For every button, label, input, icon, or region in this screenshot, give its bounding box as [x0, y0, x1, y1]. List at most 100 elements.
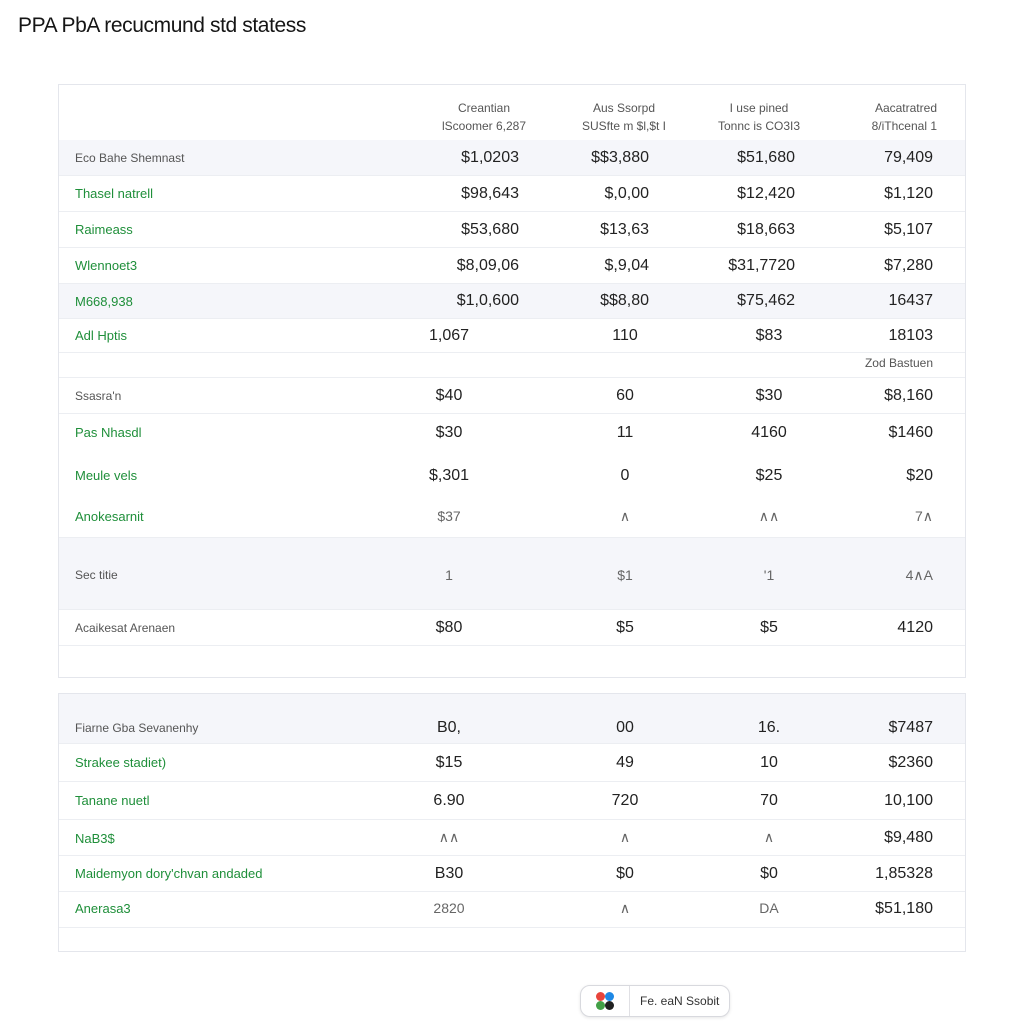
- table-row: Acaikesat Arenaen $80 $5 $5 4120: [59, 610, 965, 646]
- cell-value: ∧: [763, 829, 775, 845]
- table-row: Pas Nhasdl $30 11 4160 $1460: [59, 414, 965, 456]
- cell-value: ∧∧: [438, 829, 460, 845]
- header-col-4-title: Aacatratred: [874, 101, 937, 115]
- cell-value: $13,63: [600, 221, 649, 238]
- cell-value: 1,067: [428, 327, 470, 344]
- cell-value: 79,409: [884, 149, 933, 166]
- cell-value: 60: [616, 387, 634, 404]
- cell-value: 720: [611, 792, 639, 809]
- table-row: Adl Hptis 1,067 110 $83 18103: [59, 319, 965, 353]
- spacer-row: [59, 538, 965, 558]
- row-label: Wlennoet3: [75, 258, 138, 273]
- row-label: Fiarne Gba Sevanenhy: [75, 721, 199, 735]
- header-col-2-sub: SUSfte m $l,$t I: [581, 119, 667, 133]
- cell-value: $51,680: [737, 149, 795, 166]
- table-row: Strakee stadiet) $15 49 10 $2360: [59, 744, 965, 782]
- cell-value: $51,180: [875, 900, 933, 917]
- cell-value: $,301: [428, 467, 470, 484]
- cell-value: $8,09,06: [456, 257, 519, 274]
- detail-table: Fiarne Gba Sevanenhy B0, 00 16. $7487 St…: [58, 693, 966, 952]
- row-label: Thasel natrell: [75, 186, 154, 201]
- cell-value: $75,462: [737, 292, 795, 309]
- row-label: Strakee stadiet): [75, 755, 167, 770]
- cell-value: $2360: [888, 754, 934, 771]
- chip-divider: [629, 986, 630, 1016]
- header-col-4-sub: 8/iThcenal 1: [871, 119, 937, 133]
- cell-value: $30: [435, 424, 463, 441]
- header-col-1-sub: lScoomer 6,287: [441, 119, 527, 133]
- cell-value: 1,85328: [875, 865, 933, 882]
- cell-value: 7∧: [914, 508, 933, 524]
- cell-value: ∧: [619, 508, 631, 524]
- cell-value: 49: [616, 754, 634, 771]
- cell-value: $,0,00: [604, 185, 649, 202]
- row-label: Adl Hptis: [75, 328, 128, 343]
- cell-value: $9,480: [884, 829, 933, 846]
- row-label: Anokesarnit: [75, 509, 144, 524]
- cell-value: ∧: [619, 829, 631, 845]
- page: PPA PbA recucmund std statess Creantian …: [0, 0, 1024, 1024]
- row-label: Ssasra'n: [75, 389, 122, 403]
- cell-value: 6.90: [433, 792, 465, 809]
- header-col-2-title: Aus Ssorpd: [592, 101, 656, 115]
- row-label: NaB3$: [75, 831, 115, 846]
- chip-label: Fe. eaN Ssobit: [640, 994, 720, 1008]
- cell-value: DA: [759, 900, 779, 916]
- cell-value: $1,0,600: [456, 292, 519, 309]
- cell-value: $40: [435, 387, 463, 404]
- cell-value: $18,663: [737, 221, 795, 238]
- summary-table: Creantian lScoomer 6,287 Aus Ssorpd SUSf…: [58, 84, 966, 678]
- cell-value: $$8,80: [600, 292, 649, 309]
- app-logo-icon: [593, 989, 617, 1013]
- cell-value: $$3,880: [591, 149, 649, 166]
- header-col-2: Aus Ssorpd SUSfte m $l,$t I: [549, 99, 699, 135]
- row-label: Pas Nhasdl: [75, 425, 142, 440]
- cell-value: 110: [612, 327, 638, 344]
- cell-value: 10: [760, 754, 778, 771]
- cell-value: $30: [755, 387, 783, 404]
- source-chip[interactable]: Fe. eaN Ssobit: [580, 985, 731, 1017]
- cell-value: 1: [445, 567, 453, 583]
- section-note-row: Zod Bastuen: [59, 353, 965, 378]
- cell-value: B0,: [436, 719, 461, 736]
- cell-value: 2820: [433, 900, 465, 916]
- cell-value: '1: [763, 567, 775, 583]
- row-label: M668,938: [75, 294, 133, 309]
- cell-value: $1460: [888, 424, 934, 441]
- page-title: PPA PbA recucmund std statess: [18, 14, 306, 37]
- cell-value: 4∧A: [905, 567, 933, 583]
- row-label: Eco Bahe Shemnast: [75, 151, 185, 165]
- cell-value: $5: [616, 619, 634, 636]
- table-row: Raimeass $53,680 $13,63 $18,663 $5,107: [59, 212, 965, 248]
- header-col-4: Aacatratred 8/iThcenal 1: [797, 99, 937, 135]
- cell-value: ∧: [619, 900, 631, 916]
- cell-value: $83: [755, 327, 783, 344]
- cell-value: 11: [616, 424, 634, 441]
- table-row: Fiarne Gba Sevanenhy B0, 00 16. $7487: [59, 694, 965, 744]
- cell-value: $20: [906, 467, 933, 484]
- cell-value: $15: [435, 754, 463, 771]
- row-label: Maidemyon dory'chvan andaded: [75, 866, 263, 881]
- cell-value: $98,643: [461, 185, 519, 202]
- cell-value: $31,7720: [728, 257, 795, 274]
- header-col-1: Creantian lScoomer 6,287: [409, 99, 559, 135]
- cell-value: 18103: [888, 327, 934, 344]
- cell-value: 4120: [897, 619, 933, 636]
- cell-value: $0: [760, 865, 778, 882]
- cell-value: 70: [760, 792, 778, 809]
- cell-value: 10,100: [884, 792, 933, 809]
- cell-value: $12,420: [737, 185, 795, 202]
- cell-value: $1: [617, 567, 633, 583]
- cell-value: 16.: [757, 719, 781, 736]
- row-label: Tanane nuetl: [75, 793, 150, 808]
- cell-value: $1,120: [884, 185, 933, 202]
- cell-value: $1,0203: [461, 149, 519, 166]
- cell-value: 0: [620, 467, 630, 484]
- table-row: Tanane nuetl 6.90 720 70 10,100: [59, 782, 965, 820]
- table-row: Ssasra'n $40 60 $30 $8,160: [59, 378, 965, 414]
- table-row: Eco Bahe Shemnast $1,0203 $$3,880 $51,68…: [59, 140, 965, 176]
- table-row: Maidemyon dory'chvan andaded B30 $0 $0 1…: [59, 856, 965, 892]
- cell-value: ∧∧: [758, 508, 780, 524]
- cell-value: $53,680: [461, 221, 519, 238]
- cell-value: $80: [435, 619, 463, 636]
